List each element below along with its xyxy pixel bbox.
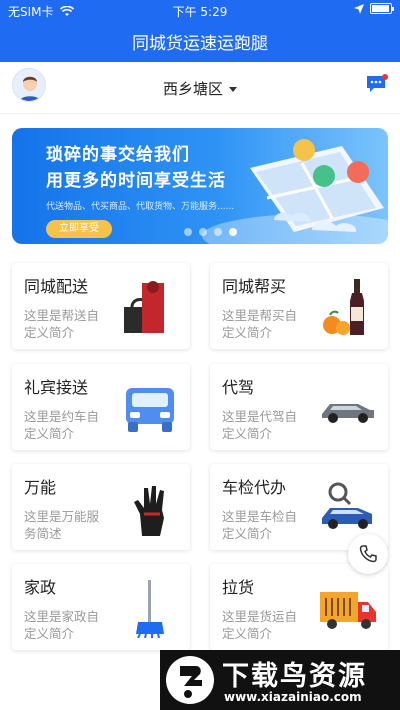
sedan-icon (322, 404, 374, 423)
service-card-buy[interactable]: 同城帮买 这里是帮买自定义简介 (210, 263, 388, 349)
banner-pagination (184, 228, 237, 236)
card-title: 同城配送 (24, 277, 89, 296)
car-inspection-icon (322, 482, 372, 529)
location-arrow-icon (354, 3, 364, 14)
service-card-housekeeping[interactable]: 家政 这里是家政自定义简介 (12, 564, 190, 650)
gift-bag-icon (124, 281, 164, 333)
card-desc: 这里是家政自定义简介 (24, 609, 100, 641)
phone-icon (359, 545, 377, 563)
pagination-dot[interactable] (214, 228, 222, 236)
watermark-url: www.xiazainiao.com (224, 690, 362, 704)
truck-icon (320, 592, 376, 629)
nav-bar: 同城货运速运跑腿 (0, 20, 400, 62)
car-front-icon (126, 388, 174, 432)
pagination-dot[interactable] (199, 228, 207, 236)
card-title: 代驾 (222, 378, 255, 397)
battery-icon (370, 3, 394, 14)
caret-down-icon (229, 87, 237, 92)
card-desc: 这里是帮送自定义简介 (24, 308, 100, 340)
banner-enjoy-button[interactable]: 立即享受 (46, 220, 112, 238)
status-bar: 无SIM卡 下午 5:29 (0, 0, 400, 20)
mop-icon (136, 580, 164, 638)
card-title: 礼宾接送 (24, 378, 89, 397)
card-title: 车检代办 (222, 478, 287, 497)
banner-headline-2: 用更多的时间享受生活 (46, 171, 226, 191)
pagination-dot[interactable] (184, 228, 192, 236)
card-title: 同城帮买 (222, 277, 287, 296)
location-selector[interactable]: 西乡塘区 (0, 78, 400, 99)
pagination-dot-active[interactable] (229, 228, 237, 236)
page-title: 同城货运速运跑腿 (132, 33, 268, 54)
card-desc: 这里是货运自定义简介 (222, 609, 298, 641)
banner-headline-1: 琐碎的事交给我们 (46, 145, 190, 165)
watermark: 下载鸟资源 www.xiazainiao.com (160, 650, 400, 710)
card-desc: 这里是约车自定义简介 (24, 409, 100, 441)
card-desc: 这里是万能服务简述 (24, 509, 100, 541)
service-card-pickup[interactable]: 礼宾接送 这里是约车自定义简介 (12, 364, 190, 450)
service-card-delivery[interactable]: 同城配送 这里是帮送自定义简介 (12, 263, 190, 349)
card-desc: 这里是代驾自定义简介 (222, 409, 298, 441)
glove-icon (134, 486, 164, 536)
header: 西乡塘区 (0, 62, 400, 114)
banner-subtitle: 代送物品、代买商品、代取货物、万能服务...... (46, 202, 235, 212)
card-title: 万能 (24, 478, 57, 497)
phone-call-button[interactable] (348, 534, 388, 574)
wine-fruit-icon (323, 279, 364, 335)
promo-banner[interactable]: 琐碎的事交给我们 用更多的时间享受生活 代送物品、代买商品、代取货物、万能服务.… (12, 128, 388, 244)
service-card-driver[interactable]: 代驾 这里是代驾自定义简介 (210, 364, 388, 450)
card-desc: 这里是车检自定义简介 (222, 509, 298, 541)
card-title: 家政 (24, 578, 57, 597)
status-time: 下午 5:29 (172, 5, 228, 19)
bird-logo-icon (166, 656, 214, 704)
service-card-universal[interactable]: 万能 这里是万能服务简述 (12, 464, 190, 550)
card-title: 拉货 (222, 578, 255, 597)
location-label: 西乡塘区 (162, 80, 223, 98)
card-desc: 这里是帮买自定义简介 (222, 308, 298, 340)
service-card-freight[interactable]: 拉货 这里是货运自定义简介 (210, 564, 388, 650)
watermark-title: 下载鸟资源 (222, 661, 367, 692)
message-icon[interactable] (366, 74, 388, 94)
